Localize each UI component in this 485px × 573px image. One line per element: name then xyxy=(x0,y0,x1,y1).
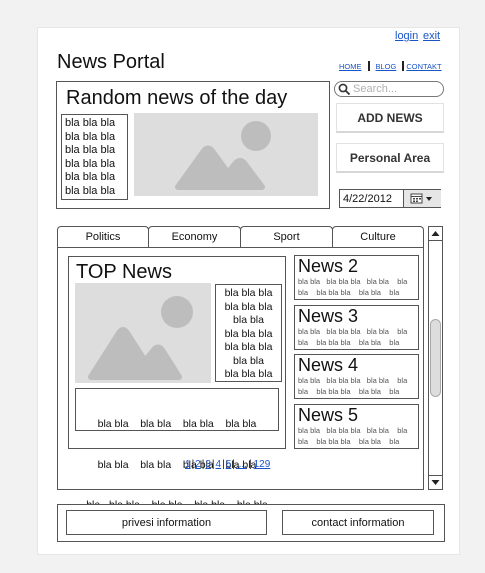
news-text: bla bla bla bla bla bla bla bla bla bla b… xyxy=(295,326,418,348)
search-placeholder: Search... xyxy=(353,83,398,95)
news-title: News 2 xyxy=(298,256,359,276)
top-news-card: TOP News bla bla bla bla bla bla bla bla… xyxy=(68,256,286,511)
top-news-side-text: bla bla bla bla bla bla bla bla bla bla … xyxy=(215,284,282,382)
random-news-image xyxy=(134,113,318,196)
exit-link[interactable]: exit xyxy=(423,30,440,42)
page-link[interactable]: 3 xyxy=(205,459,211,470)
page-divider: | xyxy=(222,459,225,470)
random-news-text: bla bla bla bla bla bla bla bla bla bla … xyxy=(61,114,128,200)
personal-area-button[interactable]: Personal Area xyxy=(336,143,444,173)
contact-information-button[interactable]: contact information xyxy=(282,510,434,535)
page-link[interactable]: 5 xyxy=(226,459,232,470)
text-line: bla bla xyxy=(233,314,264,326)
text-line: bla bla bla xyxy=(65,144,116,156)
top-nav: HOME BLOG CONTAKT xyxy=(339,61,442,71)
nav-divider xyxy=(367,61,370,71)
tab-sport[interactable]: Sport xyxy=(240,226,333,247)
text-line: bla bla bla bla bla bla bla bla xyxy=(298,277,408,286)
text-line: bla bla bla xyxy=(65,184,116,197)
text-line: bla bla xyxy=(233,354,264,367)
top-news-body-text: bla bla bla bla bla bla bla bla bla bla … xyxy=(75,388,279,511)
nav-contakt[interactable]: CONTAKT xyxy=(406,62,441,71)
text-line: bla bla bla bla bla bla bla xyxy=(298,437,400,446)
text-line: bla bla bla bla bla bla bla bla xyxy=(298,327,408,336)
text-line: bla bla bla bla bla bla bla bla xyxy=(298,426,408,435)
news-panel: TOP News bla bla bla bla bla bla bla bla… xyxy=(57,247,424,511)
text-line: bla bla bla xyxy=(224,368,273,380)
page-title: News Portal xyxy=(57,51,165,73)
tab-politics[interactable]: Politics xyxy=(57,226,149,247)
date-picker[interactable]: 4/22/2012 xyxy=(339,189,441,208)
text-line: bla bla bla xyxy=(224,300,273,313)
news-card-2[interactable]: News 2 bla bla bla bla bla bla bla bla bl… xyxy=(294,255,419,300)
pagination: 1 | 2 | 3 | 4 | 5 | .... | 129 xyxy=(185,459,270,470)
text-line: bla bla bla xyxy=(224,341,273,353)
text-line: bla bla bla bla bla bla bla xyxy=(298,338,400,347)
page-divider: | xyxy=(232,459,235,470)
news-card-3[interactable]: News 3 bla bla bla bla bla bla bla bla bl… xyxy=(294,305,419,350)
image-placeholder-icon xyxy=(175,121,271,190)
top-news-title: TOP News xyxy=(76,261,172,283)
page-divider: | xyxy=(201,459,205,470)
text-line: bla bla bla bla bla bla bla xyxy=(298,387,400,396)
vertical-scrollbar[interactable] xyxy=(428,226,443,490)
login-link[interactable]: login xyxy=(395,30,418,42)
tab-economy[interactable]: Economy xyxy=(148,226,241,247)
date-picker-button[interactable] xyxy=(403,190,441,207)
nav-blog[interactable]: BLOG xyxy=(376,62,397,71)
page-ellipsis[interactable]: .... xyxy=(236,459,247,470)
page-link[interactable]: 129 xyxy=(254,459,271,470)
date-value: 4/22/2012 xyxy=(343,193,392,205)
text-line: bla bla bla bla bla bla bla xyxy=(298,288,400,297)
text-line: bla bla bla xyxy=(224,327,273,340)
top-news-image xyxy=(75,283,211,383)
news-title: News 3 xyxy=(298,306,359,326)
scroll-thumb[interactable] xyxy=(430,319,441,397)
page-divider: | xyxy=(191,459,195,470)
page-divider: | xyxy=(211,459,215,470)
text-line: bla bla bla xyxy=(65,117,116,129)
page-link[interactable]: 1 xyxy=(185,459,191,470)
scroll-up-button[interactable] xyxy=(429,227,442,241)
news-text: bla bla bla bla bla bla bla bla bla bla b… xyxy=(295,375,418,397)
text-line: bla bla bla bla bla bla bla bla xyxy=(97,418,257,430)
add-news-button[interactable]: ADD NEWS xyxy=(336,103,444,133)
category-tabs: Politics Economy Sport Culture xyxy=(57,226,424,247)
image-placeholder-icon xyxy=(88,296,193,380)
news-text: bla bla bla bla bla bla bla bla bla bla b… xyxy=(295,425,418,447)
text-line: bla bla bla bla bla bla bla bla xyxy=(298,376,408,385)
news-title: News 4 xyxy=(298,355,359,375)
text-line: bla bla bla xyxy=(65,157,116,170)
random-news-panel: Random news of the day bla bla bla bla b… xyxy=(56,81,330,209)
text-line: bla bla bla xyxy=(65,130,116,143)
nav-divider xyxy=(402,61,405,71)
news-title: News 5 xyxy=(298,405,359,425)
news-card-4[interactable]: News 4 bla bla bla bla bla bla bla bla bl… xyxy=(294,354,419,399)
nav-home[interactable]: HOME xyxy=(339,62,362,71)
privacy-information-button[interactable]: privesi information xyxy=(66,510,267,535)
arrow-up-icon xyxy=(431,231,440,236)
news-text: bla bla bla bla bla bla bla bla bla bla b… xyxy=(295,276,418,298)
news-card-5[interactable]: News 5 bla bla bla bla bla bla bla bla bl… xyxy=(294,404,419,449)
page-link[interactable]: 4 xyxy=(216,459,222,470)
page-divider: | xyxy=(248,459,252,470)
page-link[interactable]: 2 xyxy=(195,459,201,470)
random-news-title: Random news of the day xyxy=(66,87,288,109)
tab-culture[interactable]: Culture xyxy=(332,226,424,247)
arrow-down-icon xyxy=(431,480,440,485)
page: login exit News Portal HOME BLOG CONTAKT… xyxy=(37,27,460,555)
search-icon xyxy=(338,83,351,96)
search-input[interactable]: Search... xyxy=(334,81,444,97)
scroll-down-button[interactable] xyxy=(429,475,442,489)
text-line: bla bla bla xyxy=(65,171,116,183)
calendar-icon xyxy=(410,193,432,204)
text-line: bla bla bla xyxy=(224,287,273,299)
footer: privesi information contact information xyxy=(57,504,445,542)
